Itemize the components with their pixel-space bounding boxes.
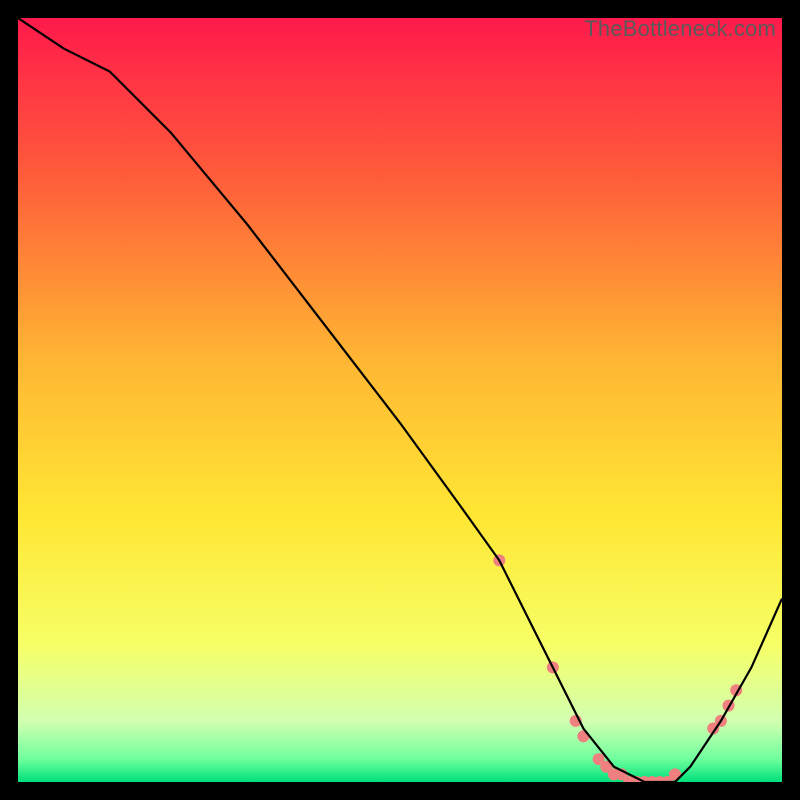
watermark-text: TheBottleneck.com <box>584 16 776 42</box>
bottleneck-chart <box>18 18 782 782</box>
plot-background <box>18 18 782 782</box>
chart-frame: TheBottleneck.com <box>18 18 782 782</box>
